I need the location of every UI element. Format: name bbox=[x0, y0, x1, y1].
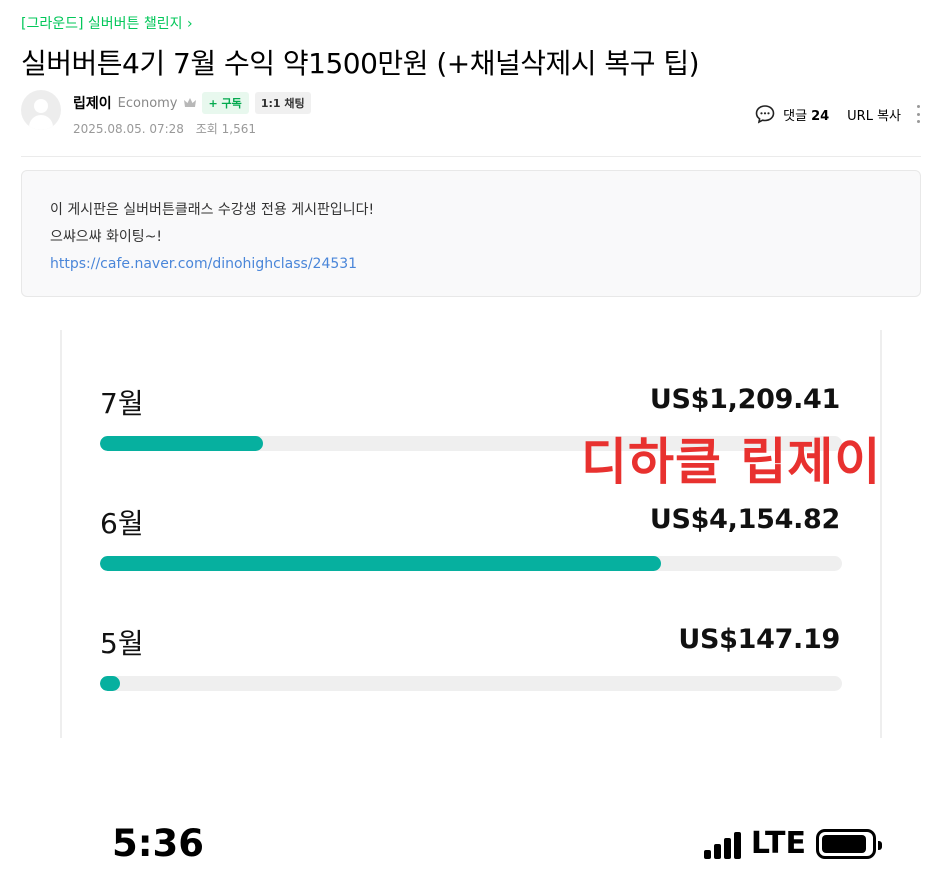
post-views: 조회 1,561 bbox=[195, 122, 256, 136]
month-label: 7월 bbox=[100, 387, 144, 420]
author-name[interactable]: 립제이 bbox=[73, 93, 112, 113]
comment-count: 24 bbox=[811, 108, 830, 124]
post-title: 실버버튼4기 7월 수익 약1500만원 (+채널삭제시 복구 팁) bbox=[21, 47, 700, 80]
notice-box: 이 게시판은 실버버튼클래스 수강생 전용 게시판입니다! 으쌰으쌰 화이팅~!… bbox=[21, 170, 921, 297]
chat-button[interactable]: 1:1 채팅 bbox=[254, 92, 311, 114]
post-tools: 댓글 24 URL 복사 bbox=[755, 104, 921, 124]
post-date: 2025.08.05. 07:28 bbox=[73, 122, 184, 136]
post-meta: 2025.08.05. 07:28 조회 1,561 bbox=[73, 120, 256, 137]
progress-track bbox=[100, 676, 842, 691]
status-indicators: LTE bbox=[703, 826, 882, 861]
battery-level bbox=[822, 834, 866, 853]
author-row: 립제이 Economy + 구독 1:1 채팅 bbox=[73, 92, 311, 114]
progress-fill bbox=[100, 556, 661, 571]
board-link[interactable]: [그라운드] 실버버튼 챌린지 › bbox=[21, 13, 193, 33]
month-amount: US$147.19 bbox=[678, 624, 840, 655]
notice-line-2: 으쌰으쌰 화이팅~! bbox=[50, 229, 162, 245]
author-avatar[interactable] bbox=[21, 90, 61, 130]
battery-cap bbox=[878, 840, 882, 850]
network-label: LTE bbox=[750, 826, 806, 861]
comment-icon[interactable] bbox=[755, 104, 775, 124]
earnings-screenshot: 7월 US$1,209.41 6월 US$4,154.82 5월 US$147.… bbox=[0, 330, 932, 872]
month-label: 6월 bbox=[100, 507, 144, 540]
header-divider bbox=[21, 156, 921, 157]
comment-label: 댓글 bbox=[783, 108, 808, 124]
avatar-body bbox=[29, 115, 53, 130]
progress-fill bbox=[100, 676, 120, 691]
notice-link[interactable]: https://cafe.naver.com/dinohighclass/245… bbox=[50, 256, 357, 272]
subscribe-button[interactable]: + 구독 bbox=[201, 92, 249, 114]
more-icon[interactable] bbox=[917, 105, 921, 123]
crown-icon bbox=[183, 98, 196, 107]
month-amount: US$4,154.82 bbox=[649, 504, 840, 535]
status-time: 5:36 bbox=[112, 822, 205, 865]
month-amount: US$1,209.41 bbox=[649, 384, 840, 415]
watermark-text: 디하클 립제이 bbox=[581, 433, 882, 491]
avatar-head bbox=[34, 99, 48, 113]
url-copy-button[interactable]: URL 복사 bbox=[847, 105, 901, 124]
comment-button[interactable]: 댓글 24 bbox=[783, 105, 829, 124]
progress-track bbox=[100, 556, 842, 571]
notice-line-1: 이 게시판은 실버버튼클래스 수강생 전용 게시판입니다! bbox=[50, 202, 375, 218]
signal-icon bbox=[703, 829, 741, 859]
author-level: Economy bbox=[117, 95, 178, 111]
progress-fill bbox=[100, 436, 263, 451]
month-label: 5월 bbox=[100, 627, 144, 660]
battery-icon bbox=[816, 828, 882, 859]
